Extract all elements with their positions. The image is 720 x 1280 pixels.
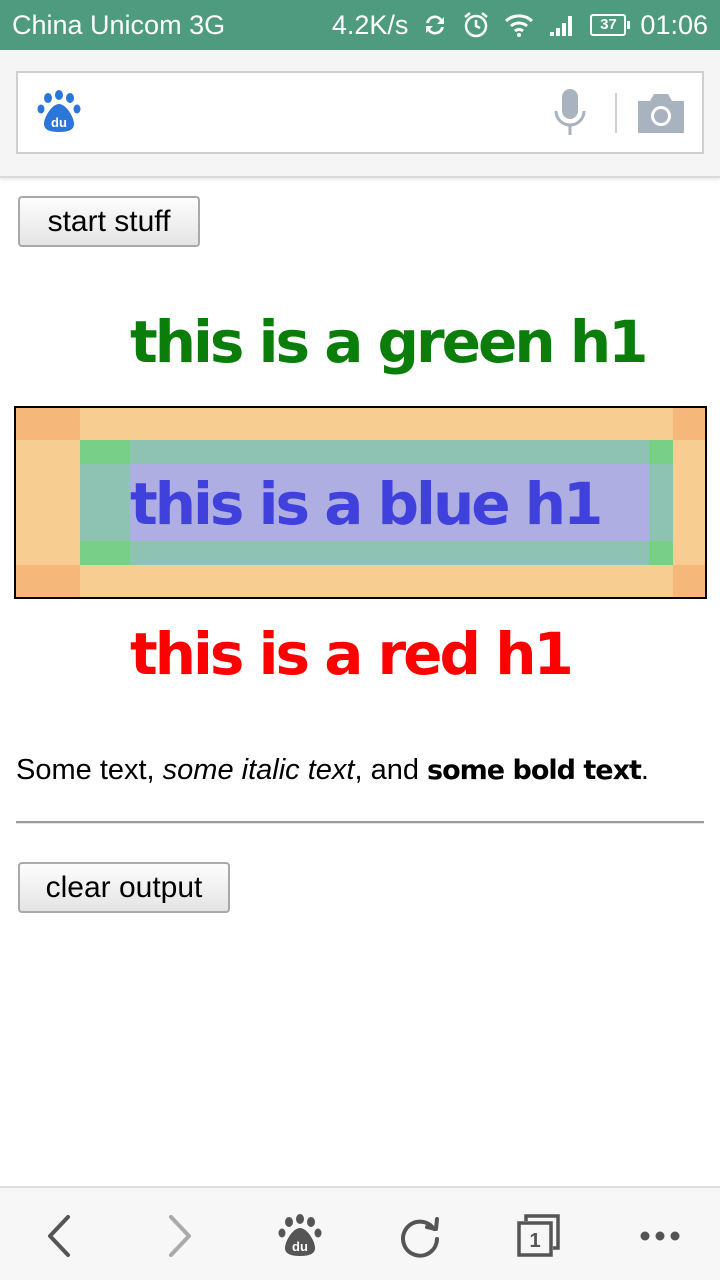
alarm-icon bbox=[462, 11, 490, 39]
baidu-home-icon[interactable]: du bbox=[272, 1208, 328, 1264]
paragraph-italic-text: some italic text bbox=[162, 754, 355, 786]
margin-corner bbox=[16, 565, 80, 597]
padding-corner bbox=[80, 440, 130, 464]
margin-corner bbox=[16, 408, 80, 440]
blue-heading-box-highlight: this is a blue h1 bbox=[14, 406, 707, 599]
refresh-icon[interactable] bbox=[392, 1208, 448, 1264]
padding-area: this is a blue h1 bbox=[80, 440, 673, 565]
browser-toolbar: du bbox=[0, 50, 720, 178]
green-heading: this is a green h1 bbox=[130, 308, 648, 376]
margin-corner bbox=[673, 565, 705, 597]
sync-icon bbox=[422, 12, 448, 38]
tabs-icon[interactable]: 1 bbox=[511, 1208, 567, 1264]
start-stuff-button[interactable]: start stuff bbox=[18, 196, 200, 247]
search-input[interactable]: du bbox=[16, 71, 704, 154]
padding-corner bbox=[649, 541, 673, 565]
net-speed: 4.2K/s bbox=[331, 9, 409, 40]
microphone-icon[interactable] bbox=[552, 87, 588, 139]
clock: 01:06 bbox=[640, 9, 708, 40]
carrier-name: China Unicom 3G bbox=[12, 10, 226, 40]
horizontal-rule bbox=[16, 821, 704, 824]
more-icon[interactable] bbox=[632, 1208, 688, 1264]
clear-output-button[interactable]: clear output bbox=[18, 862, 230, 913]
status-bar: China Unicom 3G 4.2K/s 37 01:06 bbox=[0, 0, 720, 50]
wifi-icon bbox=[504, 13, 534, 37]
divider bbox=[615, 93, 617, 133]
margin-corner bbox=[673, 408, 705, 440]
paragraph-middle-text: , and bbox=[354, 754, 428, 786]
sample-paragraph: Some text, some italic text, and some bo… bbox=[16, 754, 649, 787]
paragraph-bold-text: some bold text bbox=[427, 755, 642, 786]
content-area: this is a blue h1 bbox=[130, 464, 649, 541]
status-right: 4.2K/s 37 01:06 bbox=[332, 8, 708, 42]
bottom-navigation: du 1 bbox=[0, 1186, 720, 1280]
padding-corner bbox=[649, 440, 673, 464]
logo-text: du bbox=[51, 115, 67, 130]
paragraph-normal-text: Some text, bbox=[16, 754, 163, 786]
blue-heading: this is a blue h1 bbox=[130, 470, 603, 538]
signal-icon bbox=[548, 13, 576, 37]
tab-count: 1 bbox=[529, 1230, 540, 1252]
camera-icon[interactable] bbox=[636, 91, 686, 135]
red-heading: this is a red h1 bbox=[130, 620, 574, 688]
padding-corner bbox=[80, 541, 130, 565]
back-icon[interactable] bbox=[31, 1208, 87, 1264]
battery-icon: 37 bbox=[590, 14, 631, 36]
paragraph-end-text: . bbox=[640, 754, 649, 786]
baidu-paw-logo: du bbox=[36, 89, 82, 135]
forward-icon[interactable] bbox=[152, 1208, 208, 1264]
home-logo-text: du bbox=[292, 1239, 308, 1254]
